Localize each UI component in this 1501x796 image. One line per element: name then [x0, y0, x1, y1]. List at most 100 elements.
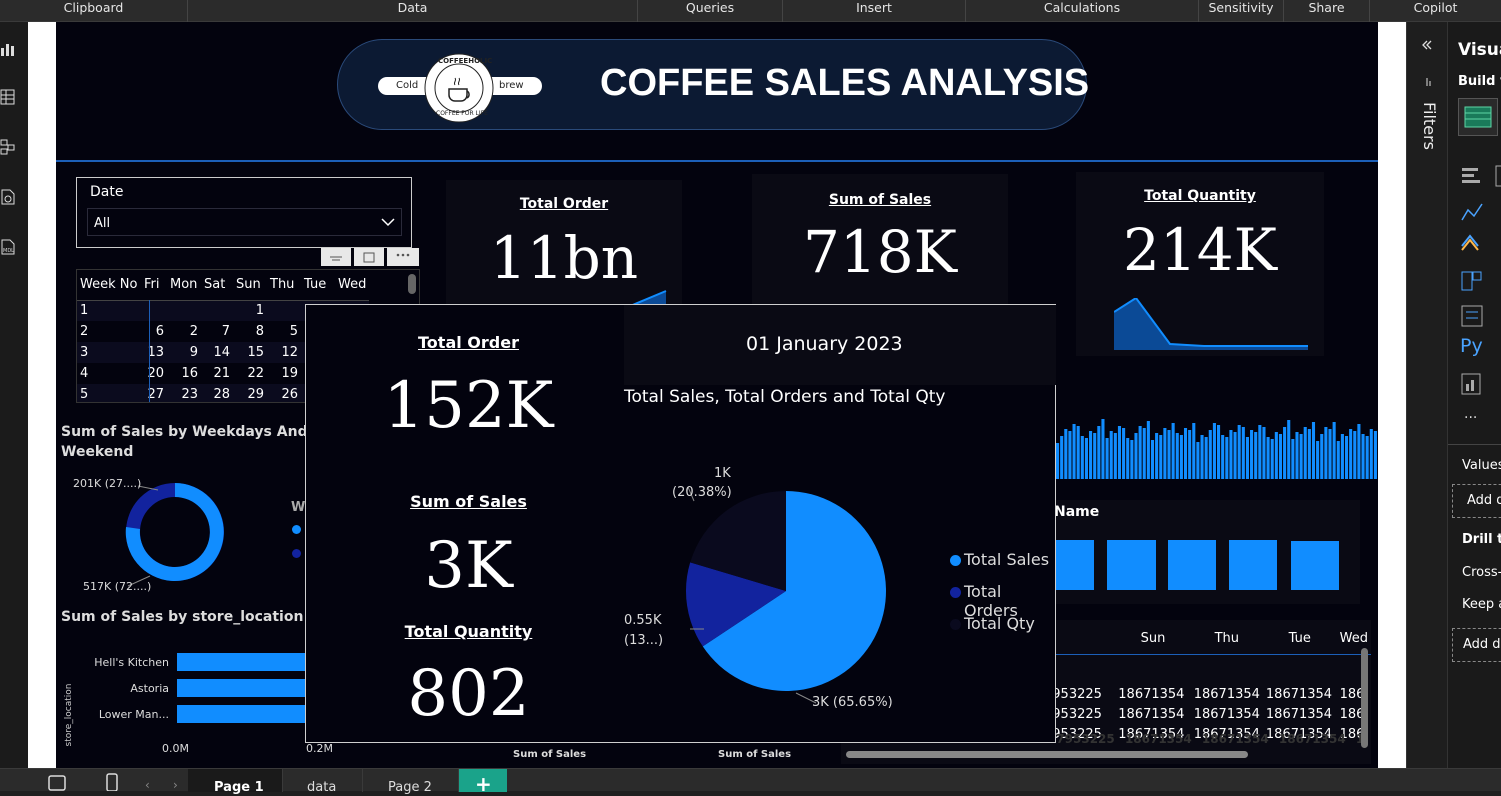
matrix-col-header[interactable]: Thu: [1191, 624, 1263, 654]
dax-query-icon[interactable]: [0, 188, 16, 206]
daily-column[interactable]: [1105, 438, 1109, 479]
mobile-view-icon[interactable]: [106, 773, 118, 791]
daily-column[interactable]: [1072, 424, 1076, 479]
daily-column[interactable]: [1316, 441, 1320, 479]
matrix-col-header[interactable]: Tue: [1263, 624, 1337, 654]
daily-column[interactable]: [1369, 429, 1373, 479]
daily-column[interactable]: [1183, 428, 1188, 479]
calendar-col-header[interactable]: Thu: [267, 270, 301, 300]
daily-column[interactable]: [1208, 430, 1212, 479]
daily-column[interactable]: [1130, 440, 1134, 479]
ribbon-group-insert[interactable]: Insert: [783, 0, 966, 22]
tmdl-view-icon[interactable]: MDL: [0, 238, 16, 256]
daily-column[interactable]: [1064, 429, 1068, 479]
daily-column[interactable]: [1287, 420, 1291, 479]
daily-column[interactable]: [1146, 421, 1150, 479]
daily-column[interactable]: [1109, 431, 1113, 479]
daily-column[interactable]: [1332, 422, 1336, 479]
ribbon-group-calculations[interactable]: Calculations: [966, 0, 1199, 22]
daily-column[interactable]: [1089, 431, 1093, 479]
daily-column[interactable]: [1117, 426, 1122, 479]
ribbon-group-sensitivity[interactable]: Sensitivity: [1199, 0, 1284, 22]
daily-column[interactable]: [1068, 431, 1072, 479]
name-bar[interactable]: [1168, 540, 1216, 590]
filters-pane[interactable]: Filters: [1406, 22, 1447, 768]
store-bar[interactable]: [177, 679, 307, 697]
legend-dot-qty[interactable]: [950, 619, 961, 630]
daily-column[interactable]: [1278, 434, 1283, 479]
calendar-col-header[interactable]: Week No: [77, 270, 141, 300]
daily-column[interactable]: [1192, 423, 1196, 479]
daily-column[interactable]: [1324, 427, 1328, 479]
calendar-col-header[interactable]: Wed: [335, 270, 369, 300]
date-slicer-dropdown[interactable]: All: [87, 208, 402, 236]
model-view-icon[interactable]: [0, 138, 16, 156]
calendar-col-header[interactable]: Fri: [141, 270, 167, 300]
daily-column[interactable]: [1159, 435, 1163, 479]
calendar-col-header[interactable]: Sun: [233, 270, 267, 300]
filters-label[interactable]: Filters: [1417, 102, 1439, 172]
daily-column[interactable]: [1084, 438, 1088, 479]
calendar-col-header[interactable]: Tue: [301, 270, 335, 300]
daily-column[interactable]: [1179, 435, 1183, 479]
daily-column[interactable]: [1163, 428, 1167, 479]
daily-column[interactable]: [1320, 434, 1324, 479]
daily-column[interactable]: [1353, 431, 1357, 479]
daily-column[interactable]: [1237, 425, 1241, 479]
legend-item-sales[interactable]: Total Sales: [964, 550, 1049, 569]
daily-column[interactable]: [1101, 419, 1105, 479]
daily-column[interactable]: [1150, 440, 1155, 479]
daily-column[interactable]: [1175, 433, 1179, 479]
matrix-h-scrollbar[interactable]: [846, 751, 1248, 758]
daily-column[interactable]: [1155, 433, 1159, 479]
daily-column[interactable]: [1142, 428, 1146, 479]
collapse-double-chevron-icon[interactable]: [1421, 40, 1433, 50]
daily-column[interactable]: [1336, 441, 1340, 479]
calendar-col-header[interactable]: Mon: [167, 270, 201, 300]
daily-column[interactable]: [1357, 424, 1361, 479]
name-bar[interactable]: [1107, 540, 1156, 590]
daily-column[interactable]: [1270, 439, 1274, 479]
daily-column[interactable]: [1349, 429, 1353, 479]
daily-column[interactable]: [1097, 426, 1101, 479]
daily-column[interactable]: [1283, 427, 1287, 479]
daily-column[interactable]: [1212, 423, 1216, 479]
name-bar[interactable]: [1229, 540, 1277, 590]
daily-column[interactable]: [1221, 435, 1225, 479]
donut-legend-dot[interactable]: [292, 549, 301, 558]
daily-column[interactable]: [1291, 439, 1295, 479]
focus-mode-icon[interactable]: [354, 248, 384, 266]
prev-page-icon[interactable]: ‹: [145, 778, 150, 792]
daily-column[interactable]: [1060, 436, 1064, 479]
daily-column[interactable]: [1365, 436, 1369, 479]
daily-column[interactable]: [1250, 430, 1254, 479]
filter-pane-icon[interactable]: [1425, 76, 1433, 88]
build-visual-tab[interactable]: [1458, 98, 1498, 136]
daily-column[interactable]: [1171, 423, 1175, 479]
daily-column[interactable]: [1134, 433, 1138, 479]
daily-column[interactable]: [1274, 432, 1278, 479]
tab-page-1[interactable]: Page 1: [188, 769, 283, 795]
name-bar[interactable]: [1056, 540, 1094, 590]
more-options-icon[interactable]: [387, 248, 419, 266]
daily-column[interactable]: [1138, 426, 1142, 479]
add-page-button[interactable]: +: [459, 769, 507, 796]
values-drop-zone[interactable]: Add d: [1452, 484, 1501, 518]
daily-column[interactable]: [1217, 425, 1221, 479]
daily-column[interactable]: [1311, 422, 1316, 479]
ribbon-group-clipboard[interactable]: Clipboard: [0, 0, 188, 22]
daily-column[interactable]: [1225, 437, 1229, 479]
ribbon-group-share[interactable]: Share: [1284, 0, 1370, 22]
daily-column[interactable]: [1204, 437, 1208, 479]
donut-legend-dot[interactable]: [292, 525, 301, 534]
drill-drop-zone[interactable]: Add d: [1452, 628, 1501, 662]
daily-column[interactable]: [1299, 434, 1303, 479]
daily-column[interactable]: [1056, 443, 1060, 479]
calendar-col-header[interactable]: Sat: [201, 270, 233, 300]
daily-column[interactable]: [1307, 429, 1311, 479]
daily-column[interactable]: [1080, 436, 1084, 479]
daily-column[interactable]: [1254, 432, 1258, 479]
calendar-scrollbar[interactable]: [408, 274, 416, 294]
daily-column[interactable]: [1295, 432, 1299, 479]
daily-column[interactable]: [1328, 429, 1332, 479]
